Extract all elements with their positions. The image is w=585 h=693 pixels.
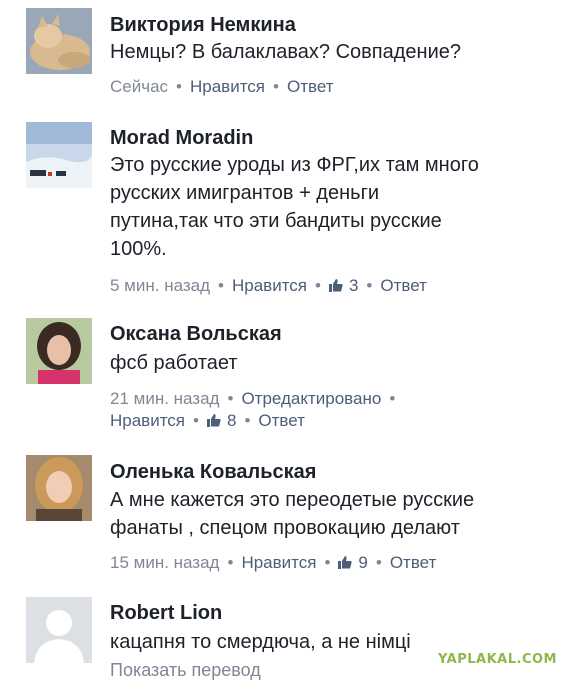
separator-dot: • bbox=[366, 276, 373, 295]
comment-text: фсб работает bbox=[110, 349, 550, 377]
cat-photo-avatar[interactable] bbox=[26, 8, 92, 74]
separator-dot: • bbox=[176, 77, 182, 96]
like-count-value: 8 bbox=[226, 411, 237, 430]
reply-button[interactable]: Ответ bbox=[258, 411, 305, 430]
comment-author[interactable]: Morad Moradin bbox=[110, 127, 253, 150]
comment-text: Это русские уроды из ФРГ,их там много ру… bbox=[110, 151, 550, 263]
comment-text-line: Это русские уроды из ФРГ,их там много bbox=[110, 154, 479, 176]
comment-time[interactable]: 21 мин. назад bbox=[110, 389, 219, 408]
comment-author[interactable]: Оксана Вольская bbox=[110, 323, 282, 346]
comment-author[interactable]: Robert Lion bbox=[110, 602, 222, 625]
comment-text-line: путина,так что эти бандиты русские bbox=[110, 210, 442, 232]
separator-dot: • bbox=[273, 77, 279, 96]
like-button[interactable]: Нравится bbox=[110, 411, 185, 430]
translate-link[interactable]: Показать перевод bbox=[110, 660, 261, 681]
comment-meta: 21 мин. назад • Отредактировано • bbox=[110, 389, 403, 409]
reply-button[interactable]: Ответ bbox=[390, 553, 437, 572]
separator-dot: • bbox=[389, 389, 396, 408]
like-count[interactable]: 8 bbox=[206, 411, 237, 430]
comment-text-line: А мне кажется это переодетые русские bbox=[110, 489, 475, 511]
like-count-value: 3 bbox=[348, 276, 359, 295]
comment-meta: Сейчас • Нравится • Ответ bbox=[110, 77, 334, 97]
comment-time[interactable]: Сейчас bbox=[110, 77, 168, 96]
woman-photo-avatar[interactable] bbox=[26, 455, 92, 521]
comment-text: А мне кажется это переодетые русские фан… bbox=[110, 486, 550, 542]
comment-text-line: фсб работает bbox=[110, 352, 238, 374]
comment-time[interactable]: 15 мин. назад bbox=[110, 553, 219, 572]
separator-dot: • bbox=[324, 553, 331, 572]
like-button[interactable]: Нравится bbox=[241, 553, 316, 572]
thumbs-up-icon bbox=[328, 279, 343, 292]
snow-landscape-avatar[interactable] bbox=[26, 122, 92, 188]
thumbs-up-icon bbox=[338, 556, 353, 569]
comment-author[interactable]: Оленька Ковальская bbox=[110, 461, 316, 484]
comment-text: Немцы? В балаклавах? Совпадение? bbox=[110, 38, 550, 66]
comment-meta: 5 мин. назад • Нравится • 3 • Ответ bbox=[110, 276, 427, 296]
like-button[interactable]: Нравится bbox=[190, 77, 265, 96]
separator-dot: • bbox=[193, 411, 199, 430]
separator-dot: • bbox=[227, 389, 234, 408]
comment-time[interactable]: 5 мин. назад bbox=[110, 276, 210, 295]
separator-dot: • bbox=[227, 553, 234, 572]
comment-text-line: 100%. bbox=[110, 238, 167, 260]
default-user-avatar[interactable] bbox=[26, 597, 92, 663]
reply-button[interactable]: Ответ bbox=[380, 276, 427, 295]
like-count-value: 9 bbox=[358, 553, 368, 572]
comment-text-line: фанаты , спецом провокацию делают bbox=[110, 517, 460, 539]
reply-button[interactable]: Ответ bbox=[287, 77, 334, 96]
comment-meta-line-2: Нравится • 8 • Ответ bbox=[110, 411, 305, 431]
like-count[interactable]: 9 bbox=[338, 553, 368, 572]
separator-dot: • bbox=[244, 411, 251, 430]
separator-dot: • bbox=[315, 276, 321, 295]
comment-text-line: русских имигрантов + деньги bbox=[110, 182, 380, 204]
edited-label[interactable]: Отредактировано bbox=[241, 389, 381, 408]
comment-meta: 15 мин. назад • Нравится • 9 • Ответ bbox=[110, 553, 436, 573]
comment-author[interactable]: Виктория Немкина bbox=[110, 14, 296, 37]
separator-dot: • bbox=[375, 553, 382, 572]
woman-photo-avatar[interactable] bbox=[26, 318, 92, 384]
watermark: YAPLAKAL.COM bbox=[438, 652, 557, 667]
like-button[interactable]: Нравится bbox=[232, 276, 307, 295]
comment-text-line: Немцы? В балаклавах? Совпадение? bbox=[110, 41, 462, 63]
thumbs-up-icon bbox=[206, 414, 221, 427]
like-count[interactable]: 3 bbox=[328, 276, 359, 295]
separator-dot: • bbox=[218, 276, 224, 295]
